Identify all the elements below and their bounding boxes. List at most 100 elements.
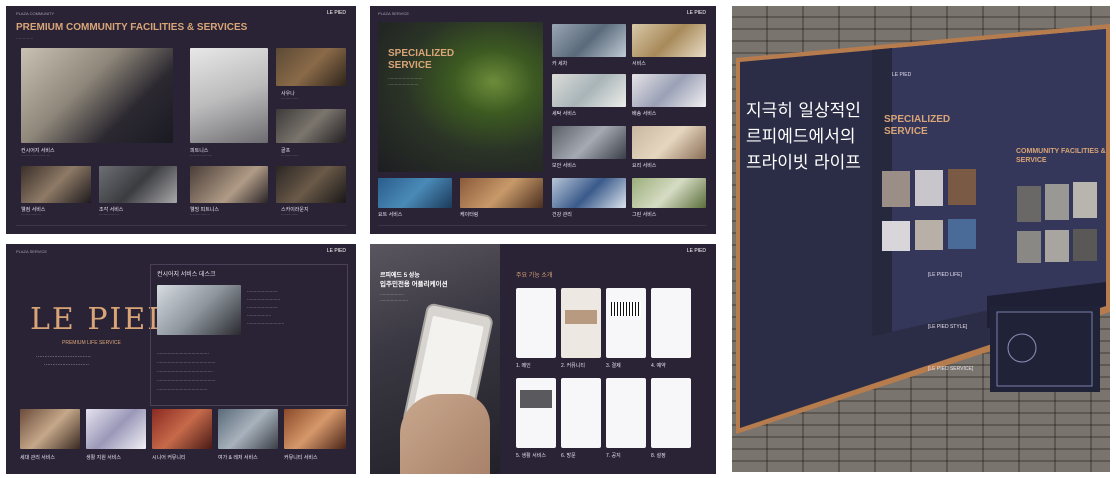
caption-4-sub: ··············· bbox=[281, 154, 299, 158]
photo-p3-3 bbox=[152, 409, 212, 449]
p2-caption-delivery: 배송 서비스 bbox=[632, 111, 657, 117]
p2-caption-laundry: 세탁 서비스 bbox=[552, 111, 577, 117]
step-3: 3. 결제 bbox=[606, 363, 621, 369]
panel3-brand-sub: PREMIUM LIFE SERVICE bbox=[62, 340, 121, 346]
panel3-logo: LE PIED bbox=[326, 248, 346, 254]
caption-8: 스카이라운지 bbox=[281, 207, 309, 213]
panel2-logo: LE PIED bbox=[686, 10, 706, 16]
p3-photo-cap-3: 시니어 커뮤니티 bbox=[152, 455, 186, 461]
photo-bike bbox=[99, 166, 177, 203]
p3-info-4: ·················· bbox=[247, 313, 271, 318]
p3-list-1: ······································· bbox=[157, 351, 209, 356]
step-4: 4. 예약 bbox=[651, 363, 666, 369]
app-screen-8 bbox=[651, 378, 691, 448]
photo-skylounge bbox=[276, 166, 346, 203]
photo-green bbox=[632, 178, 706, 208]
hand-shape bbox=[400, 394, 490, 474]
p3-info-3: ······················· bbox=[247, 305, 278, 310]
wall-korean-2: 르피에드에서의 bbox=[746, 127, 856, 147]
photo-cooking bbox=[632, 126, 706, 159]
panel4-desc-2: ····················· bbox=[380, 298, 408, 303]
p2-caption-carwash: 카 세차 bbox=[552, 61, 568, 67]
p3-photo-cap-2: 생활 지원 서비스 bbox=[86, 455, 121, 461]
p3-info-1: ······················· bbox=[247, 289, 278, 294]
panel1-subtitle: ············· bbox=[16, 36, 34, 41]
panel-wall-mockup: 지극히 일상적인 르피에드에서의 프라이빗 라이프 LE PIED SPECIA… bbox=[732, 6, 1110, 472]
panel2-footer-line bbox=[378, 225, 706, 226]
p2-caption-security: 보안 서비스 bbox=[552, 163, 577, 169]
panel-specialized-service: PLAZA SERVICE LE PIED SPECIALIZED SERVIC… bbox=[370, 6, 716, 234]
p3-list-2: ········································… bbox=[157, 360, 216, 365]
p3-photo-cap-1: 세대 관리 서비스 bbox=[20, 455, 55, 461]
panel-le-pied-service: PLAZA SERVICE LE PIED LE PIED PREMIUM LI… bbox=[6, 244, 356, 474]
photo-p3-4 bbox=[218, 409, 278, 449]
panel1-logo: LE PIED bbox=[326, 10, 346, 16]
photo-plant bbox=[378, 22, 543, 172]
wall-title-2: SERVICE bbox=[884, 126, 928, 137]
p3-photo-cap-5: 커뮤니티 서비스 bbox=[284, 455, 318, 461]
photo-concierge bbox=[21, 48, 173, 143]
wall-right-title-2: SERVICE bbox=[1016, 157, 1047, 164]
wall-korean-3: 프라이빗 라이프 bbox=[746, 153, 861, 173]
caption-5: 웰컴 서비스 bbox=[21, 207, 46, 213]
caption-8-sub: ··············· bbox=[281, 213, 299, 217]
panel2-desc: ·························· bbox=[388, 76, 423, 81]
step-8: 8. 설정 bbox=[651, 453, 666, 459]
p2-caption-service: 서비스 bbox=[632, 61, 646, 67]
panel2-title-line2: SERVICE bbox=[388, 60, 432, 71]
panel2-desc2: ······················· bbox=[388, 82, 419, 87]
panel4-section-title: 주요 기능 소개 bbox=[516, 273, 553, 279]
p2-caption-cooking: 요리 서비스 bbox=[632, 163, 657, 169]
caption-5-sub: ················· bbox=[21, 213, 41, 217]
app-screen-7 bbox=[606, 378, 646, 448]
app-screen-1 bbox=[516, 288, 556, 358]
photo-p3-5 bbox=[284, 409, 346, 449]
caption-6: 조각 서비스 bbox=[99, 207, 124, 213]
photo-p3-1 bbox=[20, 409, 80, 449]
panel2-small-header: PLAZA SERVICE bbox=[378, 11, 410, 16]
photo-yacht bbox=[378, 178, 452, 208]
p2-caption-green: 그린 서비스 bbox=[632, 212, 657, 218]
panel3-info-box: 컨시어지 서비스 데스크 ······················· ···… bbox=[150, 264, 348, 406]
step-6: 6. 방문 bbox=[561, 453, 576, 459]
step-7: 7. 공지 bbox=[606, 453, 621, 459]
photo-sauna bbox=[276, 48, 346, 86]
p3-photo-cap-4: 여가 & 레저 서비스 bbox=[218, 455, 258, 461]
p2-caption-health: 건강 관리 bbox=[552, 212, 572, 218]
app-screen-4 bbox=[651, 288, 691, 358]
panel3-small-header: PLAZA SERVICE bbox=[16, 249, 48, 254]
photo-golf bbox=[276, 109, 346, 143]
panel4-desc-1: ·················· bbox=[380, 292, 404, 297]
step-2: 2. 커뮤니티 bbox=[561, 363, 585, 369]
wall-logo: LE PIED bbox=[892, 72, 912, 78]
photo-security bbox=[552, 126, 626, 159]
photo-fitness bbox=[190, 48, 268, 143]
photo-concierge-lady bbox=[157, 285, 241, 335]
p2-caption-yacht: 요트 서비스 bbox=[378, 212, 403, 218]
p3-list-3: ········································… bbox=[157, 369, 213, 374]
photo-p3-2 bbox=[86, 409, 146, 449]
app-screen-6 bbox=[561, 378, 601, 448]
caption-6-sub: ················· bbox=[99, 213, 119, 217]
caption-4: 골프 bbox=[281, 148, 291, 154]
wall-right-title-1: COMMUNITY FACILITIES & bbox=[1016, 148, 1106, 155]
photo-catering bbox=[460, 178, 543, 208]
caption-3: 사우나 bbox=[281, 91, 295, 97]
p3-info-5: ···························· bbox=[247, 321, 285, 326]
panel1-title: PREMIUM COMMUNITY FACILITIES & SERVICES bbox=[16, 22, 248, 33]
wall-korean-1: 지극히 일상적인 bbox=[746, 101, 861, 121]
step-1: 1. 메인 bbox=[516, 363, 531, 369]
app-screen-3 bbox=[606, 288, 646, 358]
caption-7: 웰빙 피트니스 bbox=[190, 207, 219, 213]
panel4-logo: LE PIED bbox=[686, 248, 706, 254]
wall-section-2: [LE PIED STYLE] bbox=[928, 324, 968, 330]
photo-carwash bbox=[552, 24, 626, 57]
app-screen-5 bbox=[516, 378, 556, 448]
caption-2: 피트니스 bbox=[190, 148, 209, 154]
panel1-footer-line bbox=[16, 225, 346, 226]
panel-community-facilities: PLAZA COMMUNITY LE PIED PREMIUM COMMUNIT… bbox=[6, 6, 356, 234]
p3-list-5: ······································ bbox=[157, 387, 208, 392]
panel-application: PLAZA APPLICATION LE PIED 르피에드 5 성능 입주민전… bbox=[370, 244, 716, 474]
panel4-headline-2: 입주민전용 어플리케이션 bbox=[380, 281, 448, 288]
wall-section-1: [LE PIED LIFE] bbox=[928, 272, 962, 278]
